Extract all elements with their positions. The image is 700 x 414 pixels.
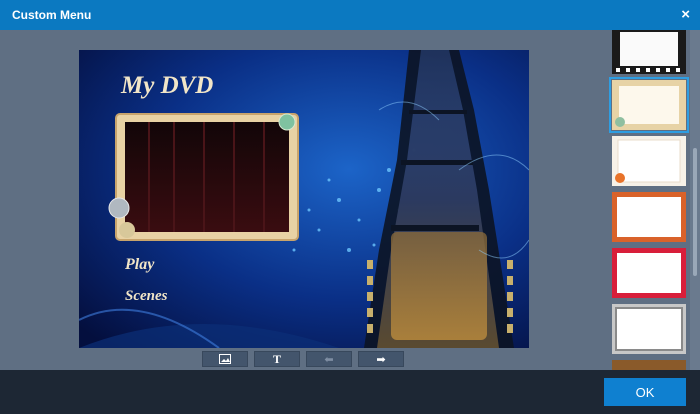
orange-pattern-frame-preview [612, 192, 686, 242]
template-orange-flower-frame[interactable] [612, 136, 686, 186]
silver-frame-preview [612, 304, 686, 354]
template-list [608, 30, 690, 370]
menu-item-scenes[interactable]: Scenes [125, 288, 168, 304]
scrollbar-thumb[interactable] [693, 148, 697, 276]
ok-button[interactable]: OK [604, 378, 686, 406]
window-title: Custom Menu [12, 8, 92, 22]
template-red-frame[interactable] [612, 248, 686, 298]
wood-frame-preview [612, 360, 686, 370]
preview-thumbnail-frame [108, 113, 299, 241]
background-image-button[interactable] [202, 351, 248, 367]
template-vintage-shell-frame[interactable] [609, 77, 689, 133]
image-icon [219, 354, 231, 364]
menu-title[interactable]: My DVD [120, 72, 213, 99]
forward-button[interactable]: ➡ [358, 351, 404, 367]
back-button[interactable]: ⬅ [306, 351, 352, 367]
arrow-right-icon: ➡ [376, 353, 386, 366]
title-bar: Custom Menu × [0, 0, 700, 30]
menu-item-play[interactable]: Play [124, 256, 155, 273]
template-silver-frame[interactable] [612, 304, 686, 354]
vintage-shell-frame-preview [612, 80, 686, 130]
template-wood-frame[interactable] [612, 360, 686, 370]
menu-background: My DVD Play Scenes [79, 50, 529, 348]
template-scrollbar[interactable] [690, 30, 700, 370]
menu-preview: My DVD Play Scenes [79, 50, 529, 348]
red-frame-preview [612, 248, 686, 298]
add-text-button[interactable]: T [254, 351, 300, 367]
filmstrip-frame-preview [612, 30, 686, 74]
template-filmstrip-frame[interactable] [612, 30, 686, 80]
footer-bar: OK [0, 370, 700, 414]
orange-flower-frame-preview [612, 136, 686, 186]
arrow-left-icon: ⬅ [324, 353, 334, 366]
close-icon[interactable]: × [681, 6, 690, 23]
template-orange-pattern-frame[interactable] [612, 192, 686, 242]
text-icon: T [272, 351, 281, 366]
